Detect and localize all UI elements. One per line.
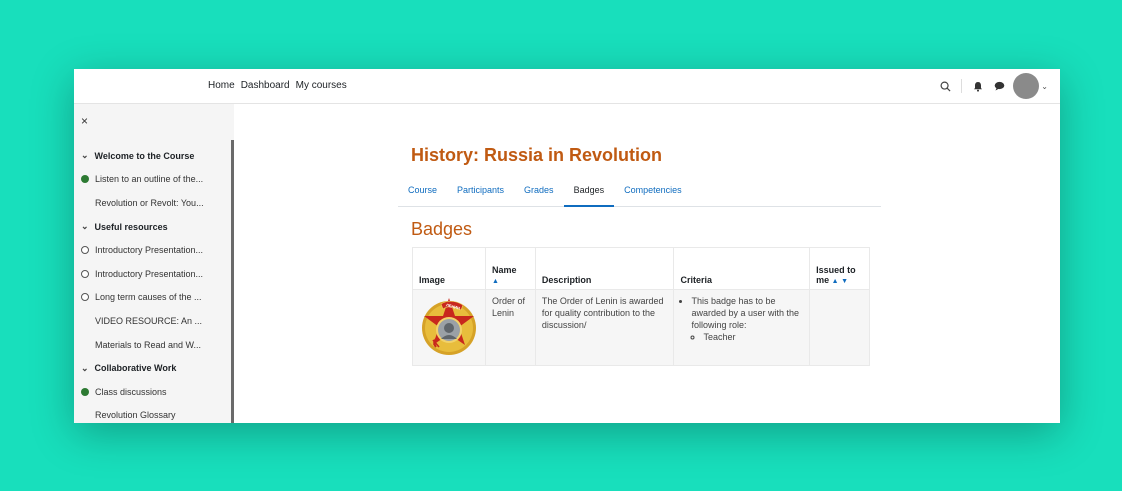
course-tabs: Course Participants Grades Badges Compet…	[398, 177, 881, 207]
drawer-item-label: Useful resources	[94, 221, 168, 232]
drawer-activity-item[interactable]: Long term causes of the ...	[74, 286, 231, 310]
drawer-activity-item[interactable]: Introductory Presentation...	[74, 238, 231, 262]
criteria-text: This badge has to be awarded by a user w…	[691, 296, 800, 331]
drawer-activity-item[interactable]: Materials to Read and W...	[74, 333, 231, 357]
drawer-section-header[interactable]: ⌄ Welcome to the Course	[74, 144, 231, 168]
drawer-section-header[interactable]: ⌄ Useful resources	[74, 215, 231, 239]
badge-description: The Order of Lenin is awarded for qualit…	[541, 296, 664, 331]
drawer-activity-item[interactable]: Listen to an outline of the...	[74, 168, 231, 192]
course-index-drawer: × ⌄ Welcome to the Course Listen to an out…	[74, 104, 234, 423]
badges-table: Image Name ▲ Description Criteria Issued…	[412, 247, 870, 366]
sort-up-icon[interactable]: ▲	[832, 278, 839, 285]
completion-done-icon	[81, 175, 89, 184]
drawer-item-label: Collaborative Work	[94, 363, 177, 374]
drawer-item-label: Materials to Read and W...	[95, 339, 202, 350]
drawer-item-label: Revolution or Revolt: You...	[95, 197, 204, 208]
drawer-activity-item[interactable]: Revolution Glossary	[74, 404, 231, 423]
criteria-role: Teacher	[703, 331, 803, 343]
table-header-row: Image Name ▲ Description Criteria Issued…	[412, 247, 870, 290]
badge-name-cell[interactable]: Order of Lenin	[485, 289, 536, 366]
drawer-item-label: Long term causes of the ...	[95, 292, 202, 303]
primary-navigation: Home Dashboard My courses	[208, 80, 347, 91]
order-of-lenin-medal-icon[interactable]: ЛЕНИН	[419, 295, 479, 357]
header-name[interactable]: Name ▲	[485, 247, 536, 290]
badge-name[interactable]: Order of Lenin	[492, 296, 525, 318]
nav-dashboard-link[interactable]: Dashboard	[241, 80, 290, 91]
chat-bubble-icon[interactable]	[992, 79, 1006, 93]
drawer-item-label: Introductory Presentation...	[95, 268, 204, 279]
drawer-item-label: Class discussions	[95, 386, 167, 397]
completion-none-icon	[81, 317, 89, 325]
badge-criteria-cell: This badge has to be awarded by a user w…	[673, 289, 811, 366]
tab-participants[interactable]: Participants	[447, 177, 514, 207]
nav-home-link[interactable]: Home	[208, 80, 235, 91]
bell-icon[interactable]	[971, 79, 985, 93]
tab-competencies[interactable]: Competencies	[614, 177, 692, 207]
criteria-item: This badge has to be awarded by a user w…	[691, 295, 803, 344]
drawer-item-label: Listen to an outline of the...	[95, 174, 204, 185]
drawer-item-label: Revolution Glossary	[95, 410, 176, 421]
badges-heading: Badges	[411, 219, 473, 239]
main-content: History: Russia in Revolution Course Par…	[234, 104, 1060, 423]
search-icon[interactable]	[938, 79, 952, 93]
header-description-label: Description	[541, 275, 592, 285]
sort-down-icon[interactable]: ▼	[841, 278, 848, 285]
drawer-activity-item[interactable]: Revolution or Revolt: You...	[74, 191, 231, 215]
course-index-list: ⌄ Welcome to the Course Listen to an outli…	[74, 144, 231, 423]
nav-my-courses-link[interactable]: My courses	[296, 80, 347, 91]
header-criteria-label: Criteria	[680, 275, 712, 285]
completion-open-icon	[81, 246, 89, 255]
badge-image-cell: ЛЕНИН	[412, 289, 486, 366]
header-issued[interactable]: Issued to me ▲ ▼	[809, 247, 870, 290]
chevron-down-icon[interactable]: ⌄	[81, 363, 89, 374]
drawer-section-header[interactable]: ⌄ Collaborative Work	[74, 356, 231, 380]
criteria-list: This badge has to be awarded by a user w…	[680, 295, 803, 344]
completion-none-icon	[81, 411, 89, 419]
close-drawer-icon[interactable]: ×	[81, 114, 88, 128]
completion-none-icon	[81, 199, 89, 207]
tab-grades[interactable]: Grades	[514, 177, 564, 207]
completion-open-icon	[81, 293, 89, 302]
header-image: Image	[412, 247, 486, 290]
browser-window: Home Dashboard My courses ⌄ × ⌄ Welcome t…	[74, 69, 1060, 423]
course-title: History: Russia in Revolution	[411, 145, 663, 165]
drawer-activity-item[interactable]: Introductory Presentation...	[74, 262, 231, 286]
sort-ascending-icon[interactable]: ▲	[492, 278, 499, 285]
header-image-label: Image	[419, 275, 446, 285]
header-description: Description	[534, 247, 675, 290]
completion-open-icon	[81, 269, 89, 278]
header-name-label: Name	[492, 265, 517, 275]
drawer-item-label: VIDEO RESOURCE: An ...	[95, 315, 203, 326]
chevron-down-icon[interactable]: ⌄	[81, 150, 89, 161]
tab-badges[interactable]: Badges	[563, 177, 615, 207]
completion-done-icon	[81, 387, 89, 396]
header-criteria: Criteria	[673, 247, 811, 290]
tab-course[interactable]: Course	[398, 177, 447, 207]
chevron-down-icon[interactable]: ⌄	[1041, 82, 1048, 91]
navbar-divider	[961, 79, 963, 93]
user-avatar[interactable]	[1013, 73, 1040, 99]
drawer-activity-item[interactable]: Class discussions	[74, 380, 231, 404]
drawer-item-label: Introductory Presentation...	[95, 245, 204, 256]
badge-description-cell: The Order of Lenin is awarded for qualit…	[534, 289, 675, 366]
top-navbar: Home Dashboard My courses ⌄	[74, 69, 1060, 104]
chevron-down-icon[interactable]: ⌄	[81, 221, 89, 232]
drawer-item-label: Welcome to the Course	[94, 150, 195, 161]
table-row: ЛЕНИН Order of Lenin The Order of Lenin …	[412, 289, 870, 366]
badge-issued-cell	[809, 289, 870, 366]
navbar-actions: ⌄	[938, 73, 1048, 99]
completion-none-icon	[81, 341, 89, 349]
criteria-role-list: Teacher	[691, 331, 803, 343]
drawer-activity-item[interactable]: VIDEO RESOURCE: An ...	[74, 309, 231, 333]
